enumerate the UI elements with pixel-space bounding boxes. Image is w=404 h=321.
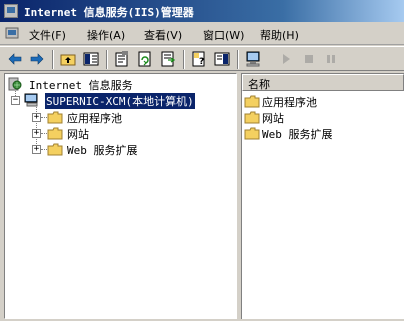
tree-item-label: 应用程序池 <box>67 112 122 125</box>
expand-app-pools-icon[interactable]: + <box>32 113 41 122</box>
help-icon[interactable]: ? <box>190 50 208 68</box>
collapse-server-icon[interactable]: − <box>11 96 20 105</box>
folder-icon <box>244 127 260 140</box>
list-item-app-pools[interactable]: 应用程序池 <box>244 93 402 109</box>
window-title: Internet 信息服务(IIS)管理器 <box>24 6 194 19</box>
folder-icon <box>47 143 63 156</box>
folder-icon <box>244 111 260 124</box>
svg-text:?: ? <box>199 57 204 67</box>
list-item-websites[interactable]: 网站 <box>244 109 402 125</box>
tree-server[interactable]: − SUPERNIC-XCM(本地计算机) <box>5 92 235 109</box>
menu-view[interactable]: 查看(V) <box>144 27 182 43</box>
iis-app-icon <box>4 4 18 18</box>
tree-root[interactable]: Internet 信息服务 <box>5 76 235 92</box>
details-list[interactable]: 名称 应用程序池 网站 Web 服务扩展 <box>241 73 404 319</box>
console-tree[interactable]: Internet 信息服务 − SUPERNIC-XCM(本地计算机) + 应用… <box>4 73 237 319</box>
list-item-label: Web 服务扩展 <box>262 128 333 141</box>
computer-icon[interactable] <box>244 50 262 68</box>
column-header-label: 名称 <box>248 78 270 91</box>
show-hide-tree-icon[interactable] <box>82 50 100 68</box>
server-computer-icon <box>24 93 38 107</box>
list-item-label: 网站 <box>262 112 284 125</box>
expand-websites-icon[interactable]: + <box>32 129 41 138</box>
tree-item-websites[interactable]: + 网站 <box>5 125 205 141</box>
menu-window[interactable]: 窗口(W) <box>203 27 244 43</box>
tree-item-web-extensions[interactable]: + Web 服务扩展 <box>5 141 205 157</box>
folder-icon <box>244 95 260 108</box>
list-item-web-extensions[interactable]: Web 服务扩展 <box>244 125 402 141</box>
toolbar: ? <box>0 46 404 71</box>
tree-item-label: Web 服务扩展 <box>67 144 138 157</box>
tree-root-label: Internet 信息服务 <box>29 79 133 92</box>
properties-icon[interactable] <box>113 50 131 68</box>
pause-icon[interactable] <box>322 50 340 68</box>
title-bar[interactable]: Internet 信息服务(IIS)管理器 <box>0 0 404 22</box>
refresh-icon[interactable] <box>136 50 154 68</box>
expand-web-extensions-icon[interactable]: + <box>32 145 41 154</box>
iis-root-icon <box>8 77 22 91</box>
export-list-icon[interactable] <box>159 50 177 68</box>
folder-icon <box>47 127 63 140</box>
stop-icon[interactable] <box>300 50 318 68</box>
column-header-name[interactable]: 名称 <box>242 74 404 91</box>
mmc-console-icon[interactable] <box>5 26 19 40</box>
tree-item-label: 网站 <box>67 128 89 141</box>
tree-item-app-pools[interactable]: + 应用程序池 <box>5 109 205 125</box>
list-item-label: 应用程序池 <box>262 96 317 109</box>
up-folder-icon[interactable] <box>59 50 77 68</box>
back-arrow-icon[interactable] <box>6 50 24 68</box>
forward-arrow-icon[interactable] <box>28 50 46 68</box>
folder-icon <box>47 111 63 124</box>
menu-help[interactable]: 帮助(H) <box>260 27 299 43</box>
play-icon[interactable] <box>277 50 295 68</box>
tree-server-label: SUPERNIC-XCM(本地计算机) <box>45 93 195 109</box>
console-pane-icon[interactable] <box>213 50 231 68</box>
menu-file[interactable]: 文件(F) <box>29 27 66 43</box>
menu-bar: 文件(F) 操作(A) 查看(V) 窗口(W) 帮助(H) <box>0 22 404 45</box>
menu-action[interactable]: 操作(A) <box>87 27 125 43</box>
